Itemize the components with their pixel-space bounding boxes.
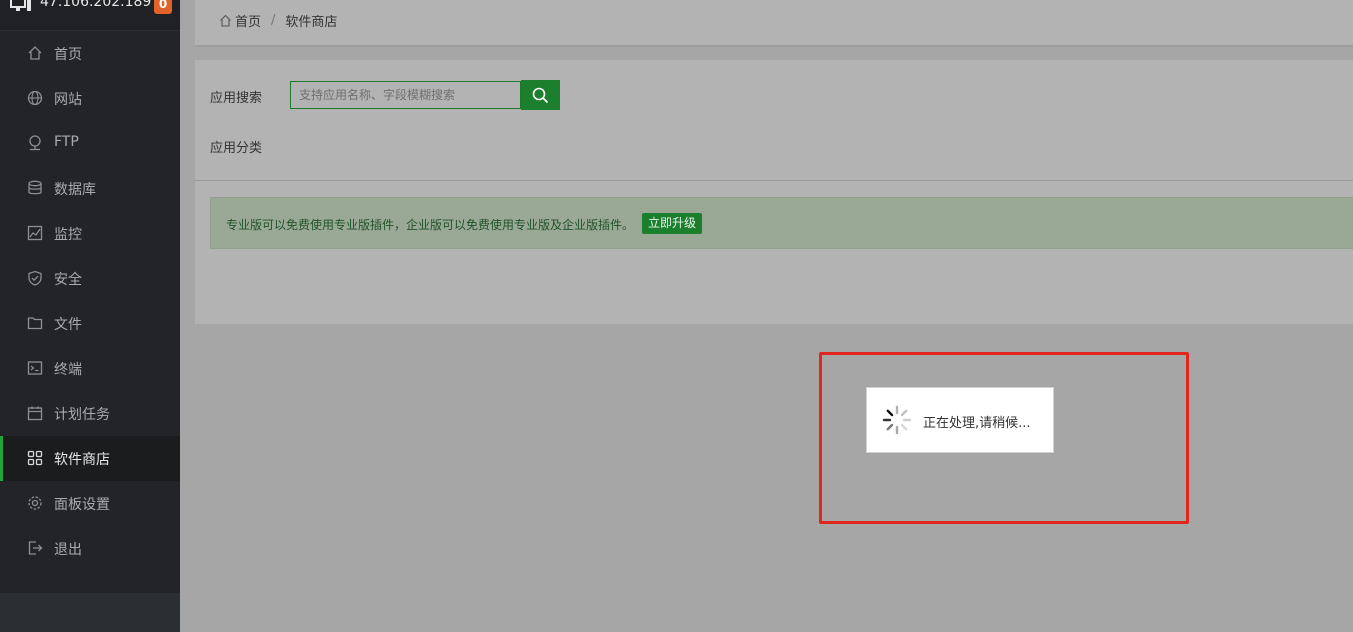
loading-text: 正在处理,请稍候... [923, 416, 1031, 431]
sidebar-item-label: 安全 [54, 272, 82, 288]
gear-icon [28, 496, 42, 510]
breadcrumb-current: 软件商店 [285, 15, 338, 30]
search-label: 应用搜索 [210, 91, 263, 106]
upgrade-notice: 专业版可以免费使用专业版插件，企业版可以免费使用专业版及企业版插件。 立即升级 [210, 197, 1353, 249]
notice-text: 专业版可以免费使用专业版插件，企业版可以免费使用专业版及企业版插件。 [226, 218, 635, 232]
search-icon [532, 87, 549, 103]
monitor-chart-icon [27, 225, 43, 241]
divider [195, 180, 1353, 181]
sidebar-item-label: 文件 [54, 317, 82, 333]
sidebar-item-settings[interactable]: 面板设置 [0, 481, 180, 526]
apps-grid-icon [27, 450, 43, 466]
shield-icon [28, 270, 42, 286]
sidebar-nav: 首页 网站 FTP 数据库 监控 安全 文件 终端 计划任务 软件商店 面板设置… [0, 31, 180, 593]
app-store-panel: 应用搜索 应用分类 专业版可以免费使用专业版插件，企业版可以免费使用专业版及企业… [195, 60, 1353, 324]
database-icon [28, 180, 42, 195]
breadcrumb-separator: / [271, 13, 276, 28]
sidebar-item-app-store[interactable]: 软件商店 [0, 436, 180, 481]
globe-icon [27, 90, 43, 106]
sidebar-item-logout[interactable]: 退出 [0, 526, 180, 571]
search-input[interactable] [290, 81, 521, 109]
logout-icon [28, 541, 43, 555]
sidebar-item-label: 面板设置 [54, 497, 110, 513]
search-button[interactable] [521, 80, 560, 110]
sidebar-item-database[interactable]: 数据库 [0, 166, 180, 211]
top-header: 首页 / 软件商店 [195, 0, 1353, 47]
sidebar-item-label: 计划任务 [54, 407, 110, 423]
ftp-icon [29, 135, 41, 151]
calendar-icon [27, 406, 43, 421]
sidebar-item-label: 终端 [54, 362, 82, 378]
sidebar: 47.106.202.189 0 首页 网站 FTP 数据库 监控 安全 文件 … [0, 0, 180, 632]
home-icon [28, 46, 42, 60]
sidebar-item-label: FTP [54, 134, 79, 150]
server-ip: 47.106.202.189 [40, 0, 152, 10]
sidebar-item-label: 监控 [54, 227, 82, 243]
sidebar-item-files[interactable]: 文件 [0, 301, 180, 346]
sidebar-item-home[interactable]: 首页 [0, 31, 180, 76]
alert-badge[interactable]: 0 [154, 0, 172, 14]
folder-icon [27, 317, 43, 330]
sidebar-item-monitor[interactable]: 监控 [0, 211, 180, 256]
server-header: 47.106.202.189 0 [0, 0, 180, 30]
monitor-icon [10, 0, 31, 11]
breadcrumb: 首页 / 软件商店 [219, 11, 337, 30]
sidebar-item-website[interactable]: 网站 [0, 76, 180, 121]
sidebar-item-label: 退出 [54, 542, 82, 558]
terminal-icon [27, 361, 43, 375]
loading-dialog: 正在处理,请稍候... [866, 387, 1054, 453]
sidebar-item-ftp[interactable]: FTP [0, 121, 180, 166]
sidebar-item-security[interactable]: 安全 [0, 256, 180, 301]
sidebar-item-label: 网站 [54, 92, 82, 108]
sidebar-item-label: 数据库 [54, 182, 96, 198]
sidebar-item-label: 软件商店 [54, 452, 110, 468]
upgrade-button[interactable]: 立即升级 [642, 213, 703, 234]
home-icon [220, 14, 231, 27]
loading-spinner-icon [882, 405, 912, 435]
breadcrumb-home[interactable]: 首页 [235, 11, 261, 30]
sidebar-item-label: 首页 [54, 47, 82, 63]
sidebar-item-cron[interactable]: 计划任务 [0, 391, 180, 436]
category-label: 应用分类 [210, 141, 263, 156]
sidebar-item-terminal[interactable]: 终端 [0, 346, 180, 391]
